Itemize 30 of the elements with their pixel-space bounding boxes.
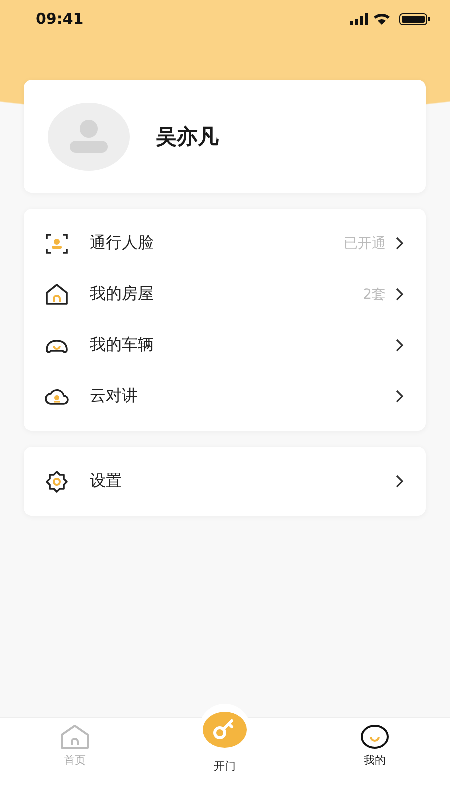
menu-label: 云对讲 (90, 386, 139, 407)
menu-value: 已开通 (344, 234, 386, 252)
face-icon (360, 724, 390, 750)
menu-label: 设置 (90, 471, 123, 492)
menu-item[interactable]: 设置 (24, 456, 426, 507)
menu-label: 通行人脸 (90, 233, 155, 254)
chevron-right-icon (396, 237, 404, 250)
house-icon (60, 724, 90, 750)
tab[interactable]: 开门 (150, 704, 300, 774)
chevron-right-icon (396, 475, 404, 488)
chevron-right-icon (396, 288, 404, 301)
status-time: 09:41 (36, 10, 84, 28)
menu-label: 我的车辆 (90, 335, 155, 356)
tab-label: 首页 (64, 753, 86, 768)
avatar-icon (48, 102, 130, 170)
tab-label: 开门 (214, 759, 236, 774)
settings-icon (44, 468, 70, 494)
user-name: 吴亦凡 (156, 124, 219, 150)
chevron-right-icon (396, 390, 404, 403)
tab-label: 我的 (364, 753, 386, 768)
menu-item[interactable]: 我的车辆 (24, 320, 426, 371)
menu-value: 2套 (363, 286, 386, 304)
menu-item[interactable]: 我的房屋 2套 (24, 269, 426, 320)
chevron-right-icon (396, 339, 404, 352)
menu-item[interactable]: 云对讲 (24, 371, 426, 422)
key-icon (203, 712, 247, 748)
tab[interactable]: 我的 (300, 718, 450, 768)
menu-label: 我的房屋 (90, 284, 155, 305)
house-icon (44, 282, 70, 308)
menu-item[interactable]: 通行人脸 已开通 (24, 218, 426, 269)
